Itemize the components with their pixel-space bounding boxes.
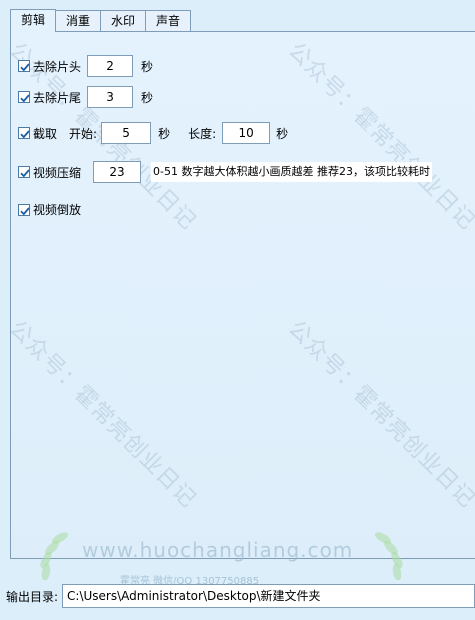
- remove-head-checkbox[interactable]: [18, 60, 30, 72]
- reverse-label: 视频倒放: [33, 203, 82, 217]
- check-icon: [20, 130, 30, 139]
- tab-panel-edit: [10, 31, 475, 559]
- output-dir-row: 输出目录: C:\Users\Administrator\Desktop\新建文…: [6, 584, 475, 608]
- check-icon: [20, 206, 30, 215]
- remove-tail-row: 去除片尾 3 秒: [18, 86, 153, 108]
- remove-head-seconds-input[interactable]: 2: [87, 55, 134, 77]
- trim-label: 截取: [33, 126, 58, 141]
- check-icon: [20, 169, 30, 178]
- tab-watermark[interactable]: 水印: [100, 10, 147, 31]
- tab-dedup[interactable]: 消重: [55, 10, 102, 31]
- trim-start-unit: 秒: [158, 126, 171, 141]
- compress-checkbox[interactable]: [18, 166, 30, 178]
- remove-tail-checkbox[interactable]: [18, 91, 30, 103]
- reverse-checkbox[interactable]: [18, 203, 30, 216]
- remove-head-unit: 秒: [141, 59, 154, 74]
- trim-length-unit: 秒: [276, 126, 289, 141]
- check-icon: [20, 94, 30, 103]
- compress-hint: 0-51 数字越大体积越小画质越差 推荐23，该项比较耗时: [151, 162, 432, 182]
- remove-tail-seconds-input[interactable]: 3: [87, 86, 134, 108]
- trim-start-input[interactable]: 5: [101, 122, 152, 144]
- tab-bar: 剪辑 消重 水印 声音: [10, 9, 192, 32]
- reverse-row: 视频倒放: [18, 201, 81, 218]
- trim-length-label: 长度:: [188, 126, 217, 141]
- trim-checkbox[interactable]: [18, 127, 30, 139]
- check-icon: [20, 63, 30, 72]
- tab-sound[interactable]: 声音: [145, 10, 192, 31]
- remove-head-label: 去除片头: [33, 59, 82, 74]
- compress-label: 视频压缩: [33, 165, 82, 180]
- output-dir-input[interactable]: C:\Users\Administrator\Desktop\新建文件夹: [62, 584, 475, 608]
- output-dir-label: 输出目录:: [6, 589, 59, 604]
- trim-start-label: 开始:: [69, 126, 98, 141]
- remove-tail-label: 去除片尾: [33, 90, 82, 105]
- tab-edit[interactable]: 剪辑: [10, 9, 57, 32]
- trim-row: 截取 开始: 5 秒 长度: 10 秒: [18, 122, 288, 144]
- trim-length-input[interactable]: 10: [222, 122, 271, 144]
- remove-tail-unit: 秒: [141, 90, 154, 105]
- remove-head-row: 去除片头 2 秒: [18, 55, 153, 77]
- compress-crf-input[interactable]: 23: [93, 161, 142, 183]
- compress-row: 视频压缩 23 0-51 数字越大体积越小画质越差 推荐23，该项比较耗时: [18, 161, 432, 183]
